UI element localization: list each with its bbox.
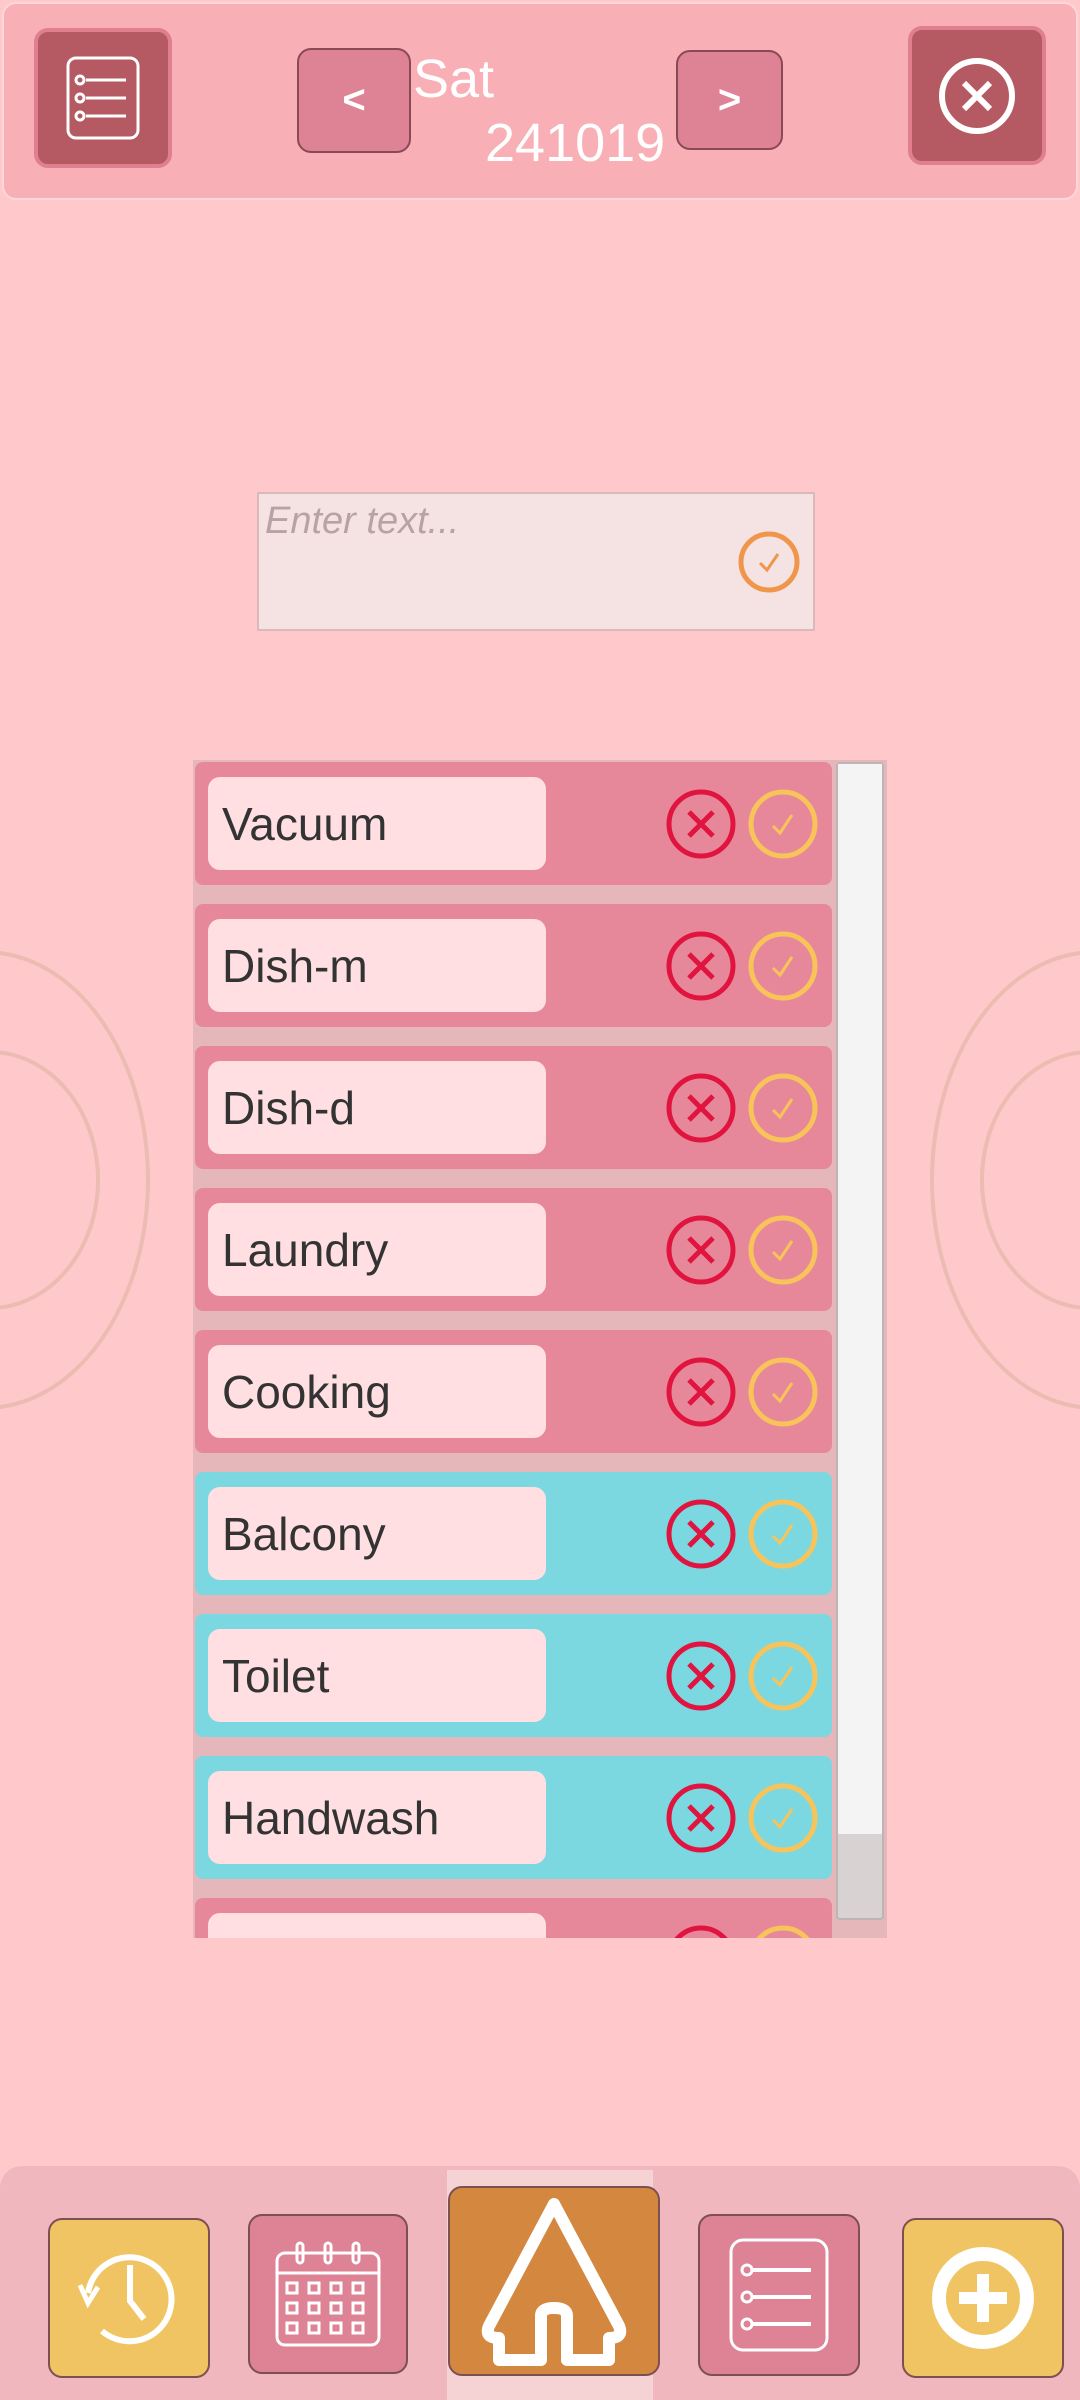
add-icon bbox=[932, 2247, 1034, 2349]
delete-icon[interactable] bbox=[665, 930, 737, 1002]
done-icon[interactable] bbox=[747, 788, 819, 860]
task-row: Vacuum bbox=[195, 762, 832, 885]
task-row: Balcony bbox=[195, 1472, 832, 1595]
scrollbar-thumb[interactable] bbox=[838, 764, 882, 1834]
next-day-button[interactable]: > bbox=[676, 50, 783, 150]
task-label[interactable]: Dish-d bbox=[208, 1061, 546, 1154]
task-text-input[interactable]: Enter text... bbox=[257, 492, 815, 631]
task-label[interactable]: Toilet bbox=[208, 1629, 546, 1722]
nav-list-button[interactable] bbox=[698, 2214, 860, 2376]
delete-icon[interactable] bbox=[665, 1782, 737, 1854]
task-label[interactable]: Handwash bbox=[208, 1771, 546, 1864]
list-icon bbox=[729, 2238, 829, 2352]
delete-icon[interactable] bbox=[665, 1072, 737, 1144]
input-placeholder: Enter text... bbox=[265, 500, 460, 542]
done-icon[interactable] bbox=[747, 1782, 819, 1854]
close-circle-icon bbox=[939, 57, 1015, 134]
task-label[interactable]: Cooking bbox=[208, 1345, 546, 1438]
home-icon bbox=[481, 2198, 627, 2366]
done-icon[interactable] bbox=[747, 1640, 819, 1712]
scrollbar[interactable] bbox=[836, 762, 884, 1920]
nav-history-button[interactable] bbox=[48, 2218, 210, 2378]
task-label[interactable]: Vacuum bbox=[208, 777, 546, 870]
delete-icon[interactable] bbox=[665, 1214, 737, 1286]
task-label[interactable]: Laundry bbox=[208, 1203, 546, 1296]
task-row: Cooking bbox=[195, 1330, 832, 1453]
task-label[interactable]: Balcony bbox=[208, 1487, 546, 1580]
task-row: Laundry bbox=[195, 1188, 832, 1311]
done-icon[interactable] bbox=[747, 1498, 819, 1570]
done-icon[interactable] bbox=[747, 1072, 819, 1144]
task-row: Handwash bbox=[195, 1756, 832, 1879]
check-circle-icon[interactable] bbox=[737, 530, 801, 594]
task-label[interactable]: Dish-m bbox=[208, 919, 546, 1012]
task-list: Vacuum Dish-m Dish-d Laundry Cooking Bal… bbox=[193, 760, 887, 1938]
menu-button[interactable] bbox=[34, 28, 172, 168]
delete-icon[interactable] bbox=[665, 1498, 737, 1570]
date-label: 241019 bbox=[485, 113, 666, 173]
task-row: Toilet bbox=[195, 1614, 832, 1737]
delete-icon[interactable] bbox=[665, 1924, 737, 1938]
task-row: Dish-d bbox=[195, 1046, 832, 1169]
task-label[interactable] bbox=[208, 1913, 546, 1938]
delete-icon[interactable] bbox=[665, 1356, 737, 1428]
calendar-icon bbox=[275, 2241, 381, 2347]
done-icon[interactable] bbox=[747, 1356, 819, 1428]
nav-calendar-button[interactable] bbox=[248, 2214, 408, 2374]
task-row: Dish-m bbox=[195, 904, 832, 1027]
nav-home-button[interactable] bbox=[448, 2186, 660, 2376]
list-icon bbox=[66, 56, 140, 140]
delete-icon[interactable] bbox=[665, 788, 737, 860]
task-row bbox=[195, 1898, 832, 1938]
delete-icon[interactable] bbox=[665, 1640, 737, 1712]
done-icon[interactable] bbox=[747, 1214, 819, 1286]
done-icon[interactable] bbox=[747, 930, 819, 1002]
day-label: Sat bbox=[413, 49, 495, 109]
history-icon bbox=[77, 2254, 175, 2345]
prev-day-button[interactable]: < bbox=[297, 48, 411, 153]
close-button[interactable] bbox=[908, 26, 1046, 165]
done-icon[interactable] bbox=[747, 1924, 819, 1938]
nav-add-button[interactable] bbox=[902, 2218, 1064, 2378]
